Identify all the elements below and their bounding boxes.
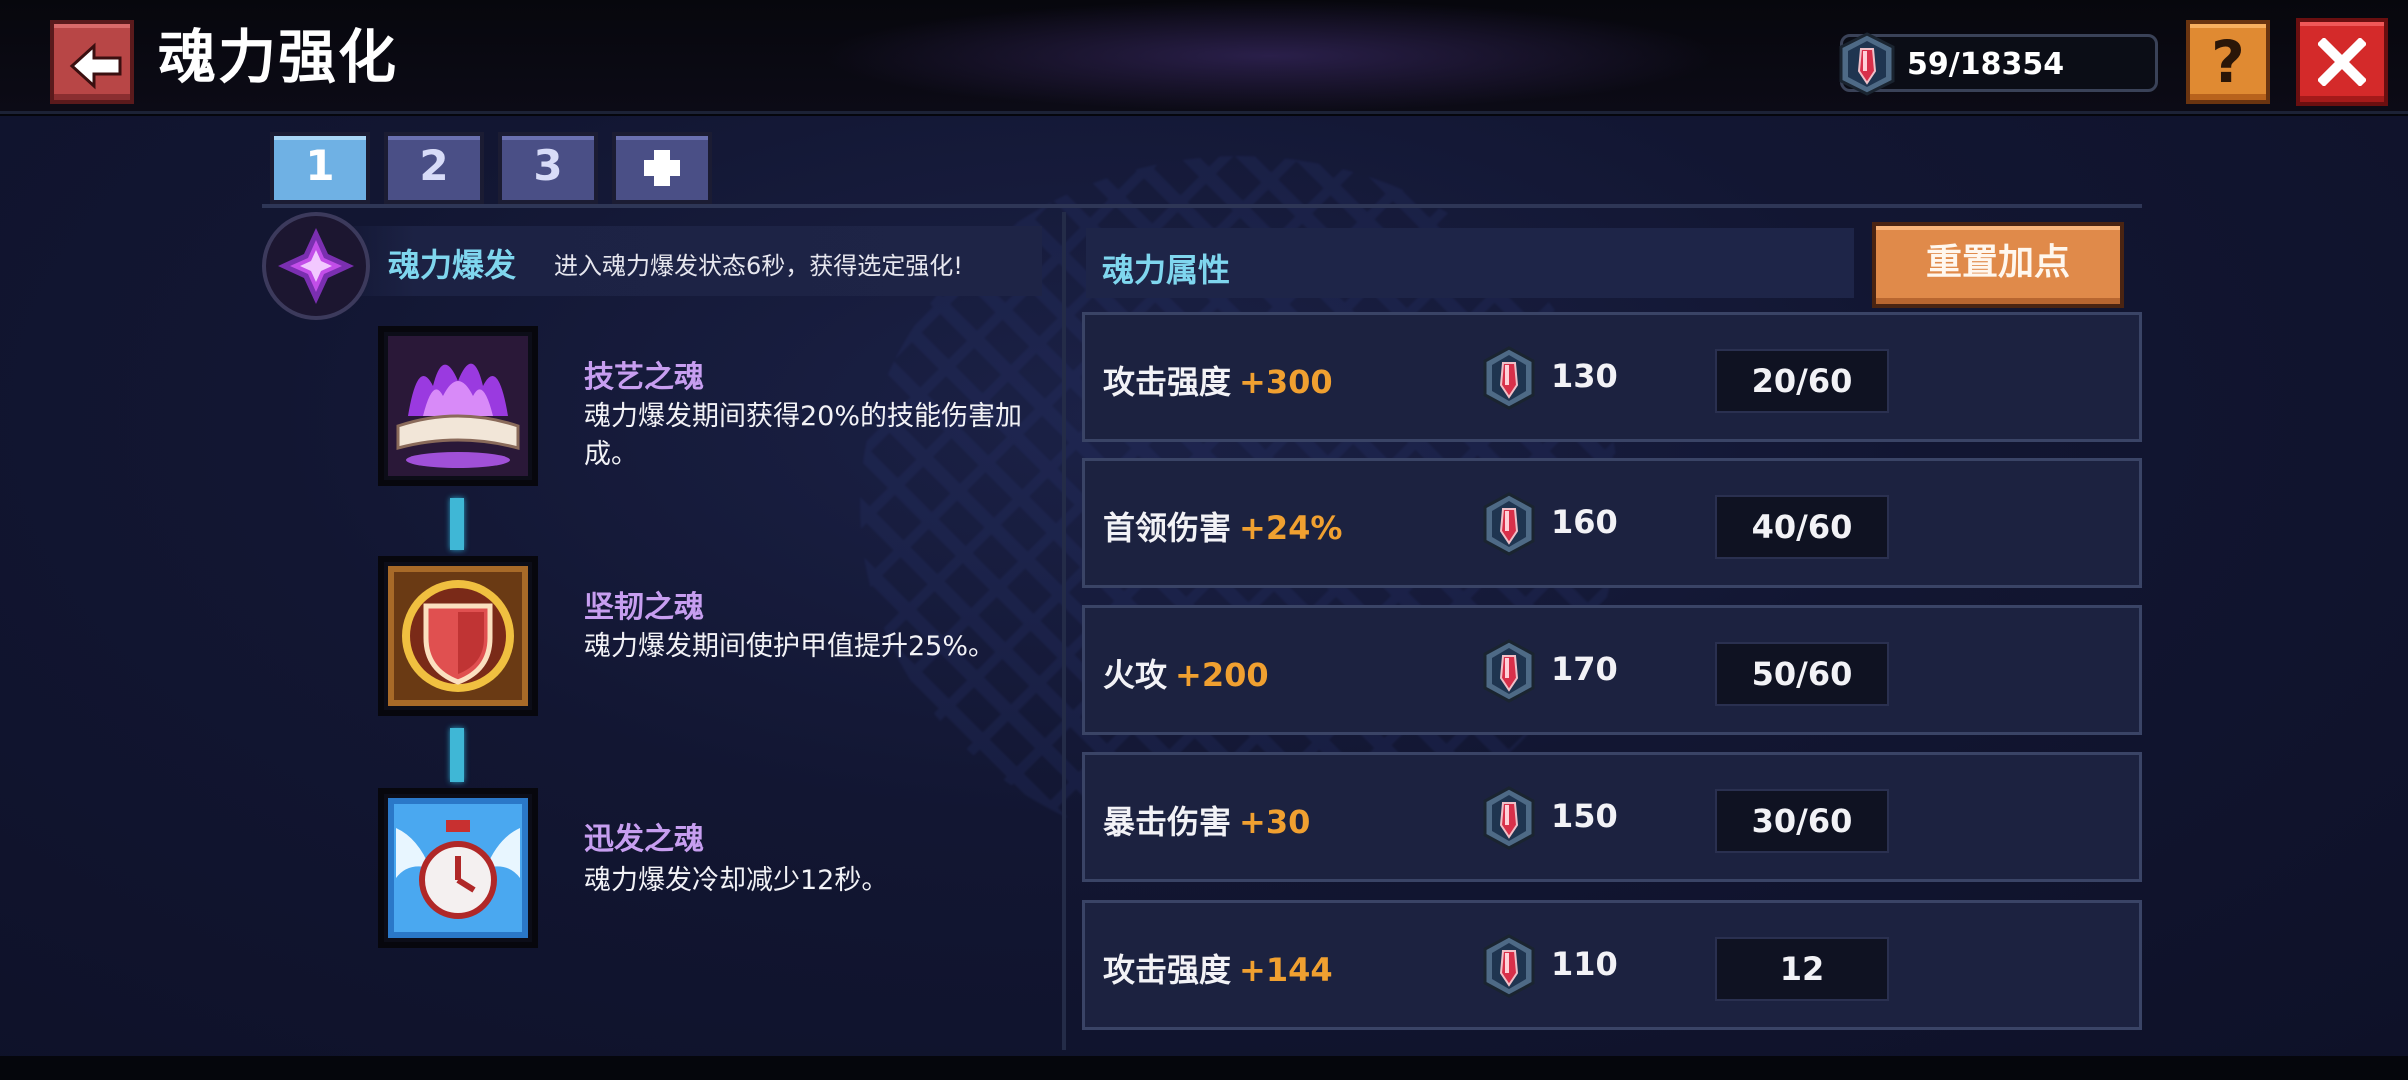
- tab-add[interactable]: [612, 132, 712, 204]
- attributes-header: 魂力属性: [1086, 228, 1854, 298]
- plus-icon: [644, 150, 680, 186]
- attribute-name: 火攻 +200: [1103, 650, 1269, 696]
- skill-name: 坚韧之魂: [584, 590, 704, 625]
- tab-2[interactable]: 2: [384, 132, 484, 204]
- attribute-row[interactable]: 攻击强度 +144 110 12: [1082, 900, 2142, 1030]
- soul-crystal-icon: [1483, 786, 1535, 850]
- tab-divider: [262, 204, 2142, 208]
- red-shield-icon: [388, 566, 528, 706]
- attribute-bonus: +300: [1239, 363, 1333, 401]
- skill-card-art[interactable]: [378, 326, 538, 486]
- skill-card-art[interactable]: [378, 788, 538, 948]
- attribute-row[interactable]: 暴击伤害 +30 150 30/60: [1082, 752, 2142, 882]
- skill-description: 魂力爆发期间获得20%的技能伤害加成。: [584, 401, 1023, 470]
- skill-description: 魂力爆发冷却减少12秒。: [584, 865, 889, 896]
- burst-title: 魂力爆发: [388, 246, 517, 284]
- help-question-icon: ?: [2211, 28, 2245, 96]
- skill-name: 迅发之魂: [584, 822, 704, 857]
- attribute-name: 首领伤害 +24%: [1103, 503, 1342, 549]
- attribute-bonus: +144: [1239, 951, 1333, 989]
- attribute-cost: 150: [1551, 797, 1618, 835]
- bottom-strip: [0, 1056, 2408, 1080]
- soul-currency-counter: 59/18354: [1839, 32, 2158, 96]
- attribute-bonus: +200: [1175, 656, 1269, 694]
- purple-crystal-icon: [278, 228, 354, 304]
- attribute-cost: 130: [1551, 357, 1618, 395]
- skill-card-art[interactable]: [378, 556, 538, 716]
- attribute-cost: 110: [1551, 945, 1618, 983]
- back-arrow-icon: [69, 42, 122, 90]
- attribute-bonus: +24%: [1239, 509, 1343, 547]
- back-button[interactable]: [50, 20, 134, 104]
- currency-value: 59/18354: [1907, 47, 2065, 82]
- attribute-row[interactable]: 攻击强度 +300 130 20/60: [1082, 312, 2142, 442]
- top-bar: 魂力强化 59/18354 ?: [0, 0, 2408, 114]
- column-divider: [1062, 212, 1066, 1050]
- soul-crystal-icon: [1483, 934, 1535, 998]
- close-icon: [2318, 38, 2366, 86]
- winged-clock-icon: [388, 798, 528, 938]
- soul-crystal-icon: [1483, 492, 1535, 556]
- attribute-level[interactable]: 30/60: [1715, 789, 1889, 853]
- help-button[interactable]: ?: [2186, 20, 2270, 104]
- attribute-row[interactable]: 火攻 +200 170 50/60: [1082, 605, 2142, 735]
- reset-points-button[interactable]: 重置加点: [1872, 222, 2124, 308]
- soul-crystal-icon: [1839, 32, 1895, 96]
- skill-connector: [450, 728, 464, 782]
- tab-3[interactable]: 3: [498, 132, 598, 204]
- attribute-row[interactable]: 首领伤害 +24% 160 40/60: [1082, 458, 2142, 588]
- purple-flame-book-icon: [388, 336, 528, 476]
- attribute-cost: 170: [1551, 650, 1618, 688]
- attribute-level[interactable]: 20/60: [1715, 349, 1889, 413]
- attribute-level[interactable]: 40/60: [1715, 495, 1889, 559]
- attribute-cost: 160: [1551, 503, 1618, 541]
- tab-label: 1: [305, 141, 335, 190]
- tab-1[interactable]: 1: [270, 132, 370, 204]
- skill-connector: [450, 498, 464, 550]
- attribute-level[interactable]: 12: [1715, 937, 1889, 1001]
- soul-burst-icon: [262, 212, 370, 320]
- attribute-level[interactable]: 50/60: [1715, 642, 1889, 706]
- attribute-name: 暴击伤害 +30: [1103, 797, 1310, 843]
- top-bar-glow: [820, 0, 1720, 112]
- tab-label: 3: [533, 141, 563, 190]
- close-button[interactable]: [2296, 18, 2388, 106]
- attribute-label: 首领伤害: [1103, 509, 1232, 547]
- attribute-bonus: +30: [1239, 803, 1311, 841]
- attribute-name: 攻击强度 +300: [1103, 357, 1333, 403]
- attribute-label: 火攻: [1103, 656, 1168, 694]
- attribute-label: 暴击伤害: [1103, 803, 1232, 841]
- skill-description: 魂力爆发期间使护甲值提升25%。: [584, 631, 996, 662]
- burst-description: 进入魂力爆发状态6秒，获得选定强化!: [554, 252, 963, 280]
- soul-crystal-icon: [1483, 346, 1535, 410]
- attribute-name: 攻击强度 +144: [1103, 945, 1333, 991]
- reset-points-label: 重置加点: [1925, 242, 2070, 283]
- attribute-label: 攻击强度: [1103, 951, 1232, 989]
- page-title: 魂力强化: [158, 23, 399, 91]
- skill-name: 技艺之魂: [584, 360, 704, 395]
- soul-crystal-icon: [1483, 639, 1535, 703]
- attributes-title: 魂力属性: [1102, 251, 1231, 289]
- attribute-label: 攻击强度: [1103, 363, 1232, 401]
- tab-label: 2: [419, 141, 449, 190]
